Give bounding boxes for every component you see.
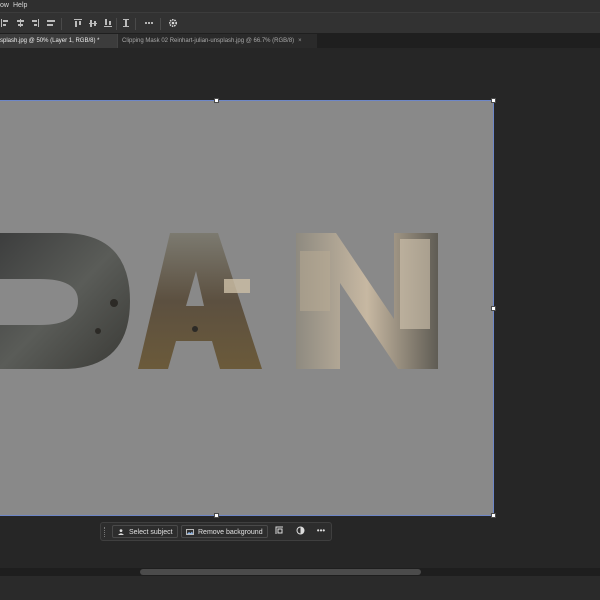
align-left-icon[interactable]: [0, 18, 10, 28]
select-subject-button[interactable]: Select subject: [112, 525, 178, 538]
toolbar-separator: [160, 18, 161, 30]
letter-d: [0, 233, 130, 369]
transform-handle-right[interactable]: [491, 306, 496, 311]
menu-item-window[interactable]: ow: [0, 0, 9, 12]
horizontal-scrollbar[interactable]: [0, 568, 600, 576]
menu-item-help[interactable]: Help: [13, 0, 27, 12]
options-bar: [0, 12, 600, 34]
more-icon[interactable]: [144, 18, 154, 28]
person-icon: [118, 529, 124, 535]
align-bottom-icon[interactable]: [103, 18, 113, 28]
more-options-icon[interactable]: •••: [315, 526, 327, 535]
tab-splash-document[interactable]: splash.jpg @ 50% (Layer 1, RGB/8) *: [0, 34, 117, 48]
toolbar-separator: [135, 18, 136, 30]
document-canvas[interactable]: [0, 100, 494, 516]
drag-handle-icon[interactable]: [104, 527, 107, 537]
distribute-icon[interactable]: [121, 18, 131, 28]
transform-handle-bottom-right[interactable]: [491, 513, 496, 518]
scrollbar-thumb[interactable]: [140, 569, 421, 575]
remove-background-label: Remove background: [198, 529, 263, 536]
tab-label: splash.jpg @ 50% (Layer 1, RGB/8) *: [0, 38, 100, 44]
status-bar: [0, 576, 600, 600]
tab-label: Clipping Mask 02 Reinhart-julian-unsplas…: [122, 38, 295, 44]
align-center-icon[interactable]: [15, 18, 25, 28]
contextual-task-bar: Select subject Remove background •••: [100, 522, 332, 541]
transform-handle-top-right[interactable]: [491, 98, 496, 103]
transform-handle-top[interactable]: [214, 98, 219, 103]
align-right-icon[interactable]: [30, 18, 40, 28]
select-subject-label: Select subject: [129, 529, 173, 536]
align-vmiddle-icon[interactable]: [88, 18, 98, 28]
layer-artwork: [0, 233, 438, 369]
tab-clipping-mask-document[interactable]: Clipping Mask 02 Reinhart-julian-unsplas…: [117, 34, 317, 48]
letter-a: [138, 233, 262, 369]
toolbar-separator: [116, 18, 117, 30]
transform-icon[interactable]: [275, 526, 284, 535]
remove-background-button[interactable]: Remove background: [181, 525, 268, 538]
document-tab-bar: splash.jpg @ 50% (Layer 1, RGB/8) * Clip…: [0, 34, 600, 48]
toolbar-separator: [61, 18, 62, 30]
align-justify-icon[interactable]: [46, 18, 56, 28]
close-icon[interactable]: ×: [298, 38, 302, 44]
menu-bar: ow Help: [0, 0, 600, 12]
align-top-icon[interactable]: [73, 18, 83, 28]
settings-icon[interactable]: [168, 18, 178, 28]
transform-handle-bottom[interactable]: [214, 513, 219, 518]
adjustment-icon[interactable]: [296, 526, 305, 535]
image-icon: [186, 529, 194, 535]
